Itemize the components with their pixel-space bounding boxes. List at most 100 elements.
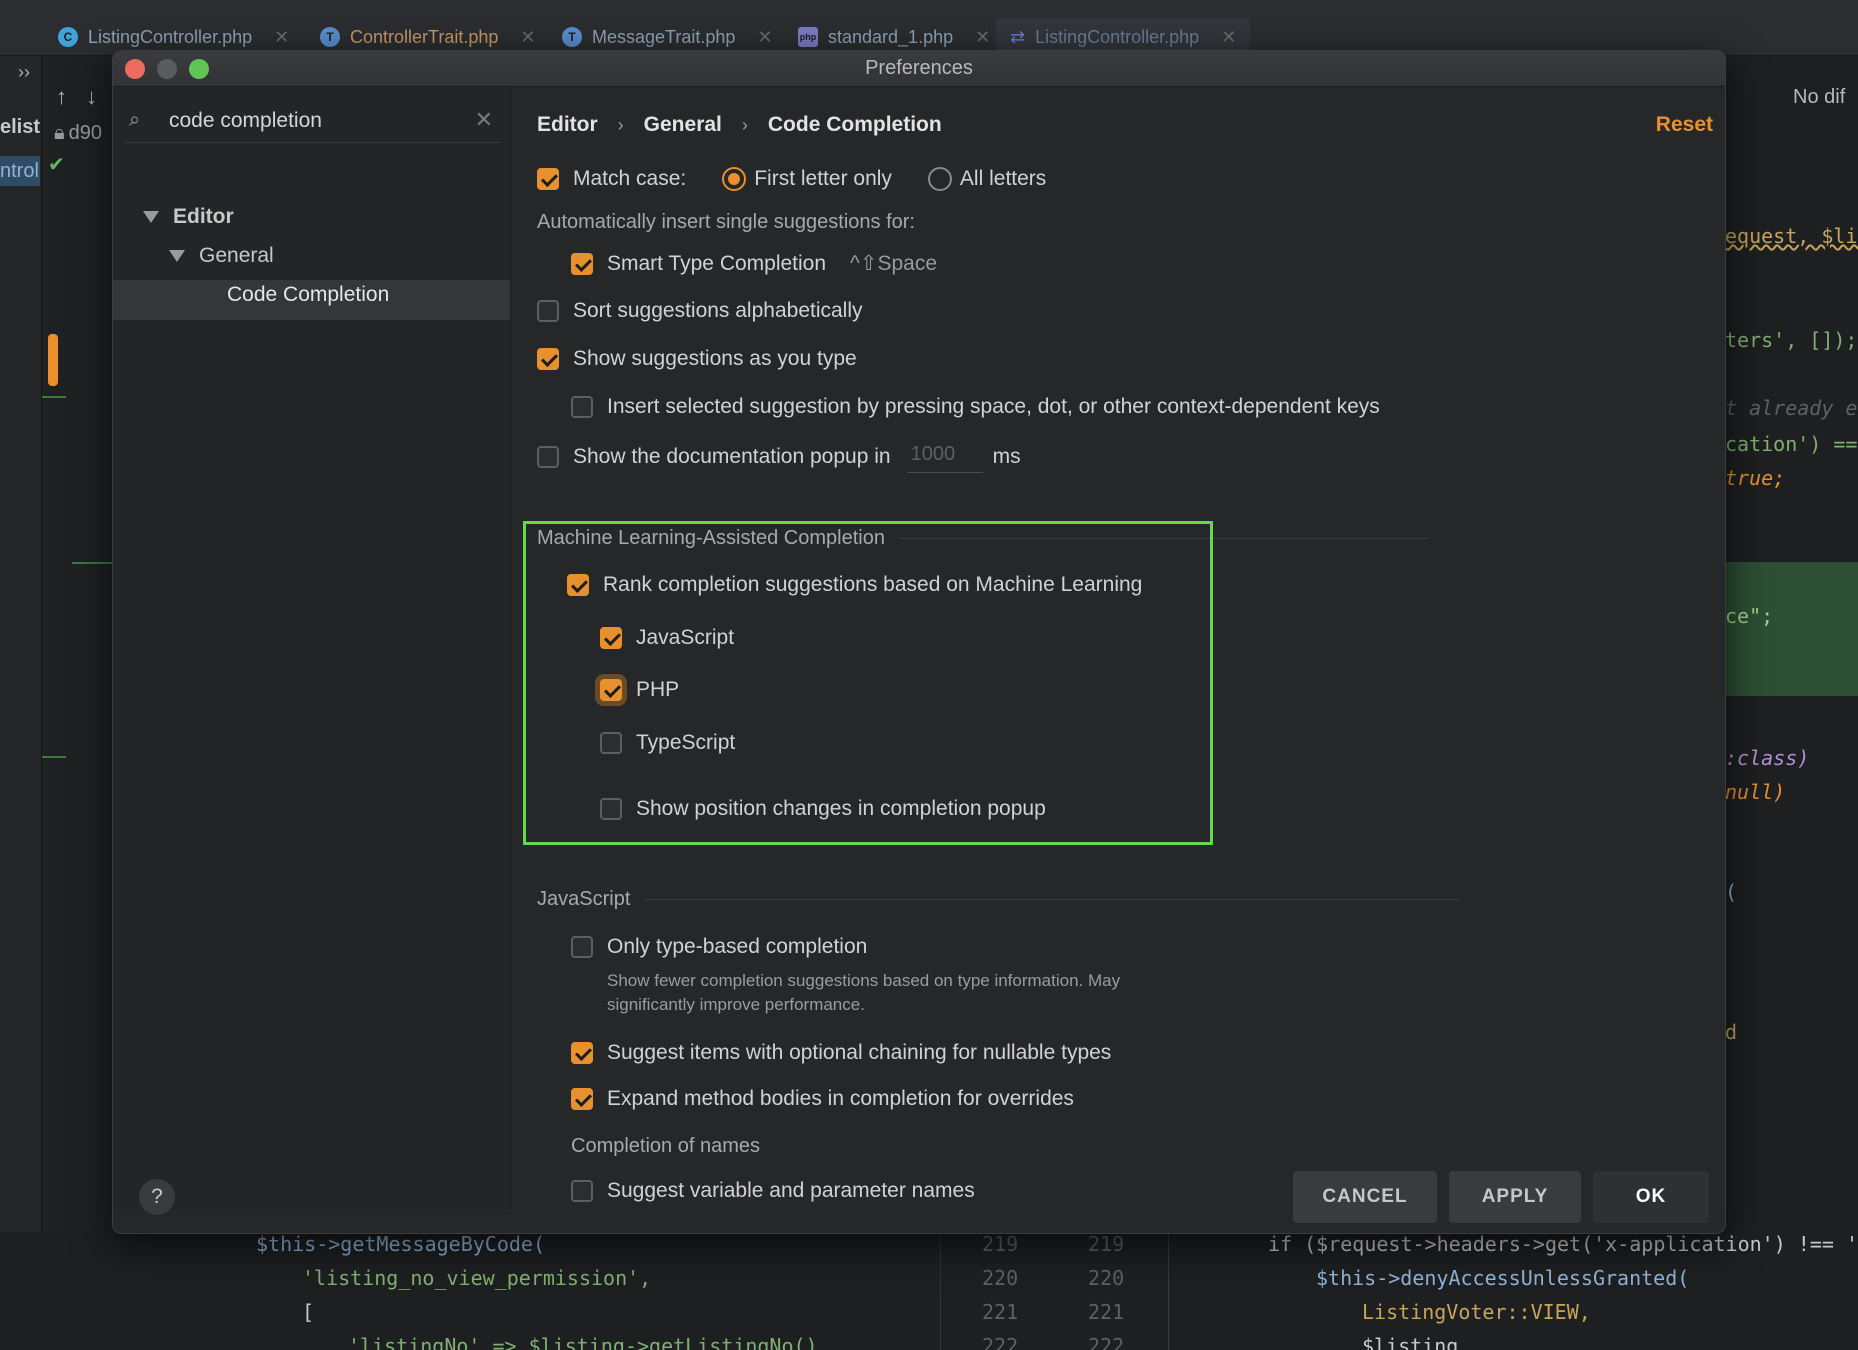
code-line: cation') === xyxy=(1725,432,1858,456)
match-case-checkbox[interactable] xyxy=(537,168,559,190)
tree-item-editor[interactable]: Editor xyxy=(143,205,234,229)
doc-popup-label: Show the documentation popup in xyxy=(573,445,891,468)
line-number: 221 xyxy=(1088,1300,1125,1324)
shortcut-label: ^⇧Space xyxy=(850,252,938,275)
code-line: ters', []); xyxy=(1725,328,1858,352)
ml-typescript-row: TypeScript xyxy=(600,731,735,755)
code-line: t already e xyxy=(1725,396,1858,420)
type-based-checkbox[interactable] xyxy=(571,936,593,958)
project-label: elist xyxy=(0,116,41,138)
cancel-button[interactable]: CANCEL xyxy=(1293,1171,1437,1223)
code-line: true; xyxy=(1725,466,1786,490)
line-number: 219 xyxy=(1088,1232,1125,1256)
smart-type-checkbox[interactable] xyxy=(571,252,593,275)
settings-sidebar: ⌕ code completion ✕ Editor General Code … xyxy=(113,87,511,1209)
vcs-gutter: ↑ ↓ 🔒︎ d90 ✔ xyxy=(42,56,114,1350)
ml-rank-row: Rank completion suggestions based on Mac… xyxy=(567,573,1142,597)
code-line: d xyxy=(1725,1020,1738,1044)
search-input[interactable]: code completion xyxy=(169,109,322,133)
clear-search-icon[interactable]: ✕ xyxy=(475,107,493,133)
search-icon: ⌕ xyxy=(129,109,141,131)
settings-search[interactable]: ⌕ code completion ✕ xyxy=(125,103,501,143)
help-button[interactable]: ? xyxy=(139,1179,175,1215)
scroll-marker xyxy=(48,334,58,386)
arrow-up-icon[interactable]: ↑ xyxy=(56,84,67,110)
code-line: 'listing_no_view_permission', xyxy=(302,1266,652,1290)
reset-link[interactable]: Reset xyxy=(1656,113,1713,137)
insert-selected-checkbox[interactable] xyxy=(571,396,593,418)
dialog-titlebar: Preferences xyxy=(113,51,1725,87)
suggest-names-checkbox[interactable] xyxy=(571,1180,593,1202)
auto-insert-label: Automatically insert single suggestions … xyxy=(537,211,915,233)
js-section-title: JavaScript xyxy=(537,888,1460,911)
doc-popup-delay-input[interactable]: 1000 xyxy=(906,441,983,473)
ml-typescript-checkbox[interactable] xyxy=(600,732,622,754)
sort-alpha-label: Sort suggestions alphabetically xyxy=(573,299,863,322)
expanded-arrow-icon[interactable] xyxy=(143,211,159,223)
diff-icon: ⇄ xyxy=(1010,26,1026,47)
optional-chaining-checkbox[interactable] xyxy=(571,1042,593,1064)
smart-type-row: Smart Type Completion ^⇧Space xyxy=(571,251,937,276)
arrow-down-icon[interactable]: ↓ xyxy=(86,84,97,110)
names-subsection-title: Completion of names xyxy=(571,1135,760,1157)
apply-button[interactable]: APPLY xyxy=(1449,1171,1581,1223)
optional-chaining-row: Suggest items with optional chaining for… xyxy=(571,1041,1111,1065)
expand-bodies-checkbox[interactable] xyxy=(571,1088,593,1110)
code-line: $listing, xyxy=(1362,1334,1471,1350)
doc-popup-checkbox[interactable] xyxy=(537,446,559,468)
all-letters-label: All letters xyxy=(959,167,1047,190)
ml-rank-checkbox[interactable] xyxy=(567,574,589,596)
breadcrumb-item[interactable]: Editor xyxy=(537,113,598,137)
line-number: 220 xyxy=(1088,1266,1125,1290)
editor-tab-label: ListingController.php xyxy=(88,26,253,47)
show-as-type-label: Show suggestions as you type xyxy=(573,347,857,370)
chevron-right-icon: › xyxy=(741,114,748,135)
ml-php-label: PHP xyxy=(636,678,680,701)
tree-item-code-completion[interactable]: Code Completion xyxy=(227,283,389,307)
ml-rank-label: Rank completion suggestions based on Mac… xyxy=(603,573,1143,596)
type-based-description: Show fewer completion suggestions based … xyxy=(607,971,1121,1014)
ml-javascript-label: JavaScript xyxy=(636,626,735,649)
ml-position-changes-label: Show position changes in completion popu… xyxy=(636,797,1046,820)
commit-hash: 🔒︎ d90 xyxy=(54,122,103,144)
ml-php-checkbox[interactable] xyxy=(600,679,622,701)
code-line: equest, $lis xyxy=(1725,224,1858,248)
ml-javascript-row: JavaScript xyxy=(600,626,734,650)
editor-tab-label: MessageTrait.php xyxy=(592,26,736,47)
close-icon[interactable]: ✕ xyxy=(757,27,772,48)
sort-alpha-checkbox[interactable] xyxy=(537,300,559,322)
line-number: 221 xyxy=(982,1300,1019,1324)
code-line: :class) xyxy=(1725,746,1810,770)
close-icon[interactable]: ✕ xyxy=(274,27,289,48)
ml-position-changes-checkbox[interactable] xyxy=(600,798,622,820)
expanded-arrow-icon[interactable] xyxy=(169,250,185,262)
close-icon[interactable]: ✕ xyxy=(520,27,535,48)
line-number: 222 xyxy=(1088,1334,1125,1350)
tree-item-general[interactable]: General xyxy=(169,244,274,268)
insert-selected-label: Insert selected suggestion by pressing s… xyxy=(607,395,1380,418)
match-case-row: Match case: First letter only All letter… xyxy=(537,167,1046,191)
code-line: $this->denyAccessUnlessGranted( xyxy=(1316,1266,1690,1290)
tool-window-rail: ›› elist ntrol xyxy=(0,56,42,1350)
close-icon[interactable]: ✕ xyxy=(975,27,990,48)
first-letter-radio[interactable] xyxy=(722,167,747,191)
tree-item-label: General xyxy=(199,244,274,267)
all-letters-radio[interactable] xyxy=(927,167,952,191)
dialog-title: Preferences xyxy=(865,57,973,79)
close-icon[interactable]: ✕ xyxy=(1221,27,1236,48)
code-line: ( xyxy=(1725,880,1738,904)
ml-javascript-checkbox[interactable] xyxy=(600,627,622,649)
expand-icon[interactable]: ›› xyxy=(18,62,30,83)
suggest-names-row: Suggest variable and parameter names xyxy=(571,1179,975,1203)
doc-popup-row: Show the documentation popup in 1000 ms xyxy=(537,441,1021,473)
breadcrumb-item[interactable]: General xyxy=(644,113,722,137)
editor-tab-label: ControllerTrait.php xyxy=(350,26,499,47)
preferences-dialog: Preferences ⌕ code completion ✕ Editor G… xyxy=(112,50,1726,1234)
ml-position-changes-row: Show position changes in completion popu… xyxy=(600,797,1046,821)
code-line: $this->getMessageByCode( xyxy=(256,1232,545,1256)
show-as-type-checkbox[interactable] xyxy=(537,348,559,370)
expand-bodies-row: Expand method bodies in completion for o… xyxy=(571,1087,1074,1111)
settings-content: Editor › General › Code Completion Reset… xyxy=(511,87,1725,1209)
ok-button[interactable]: OK xyxy=(1593,1171,1709,1223)
lock-icon: 🔒︎ xyxy=(54,122,65,144)
